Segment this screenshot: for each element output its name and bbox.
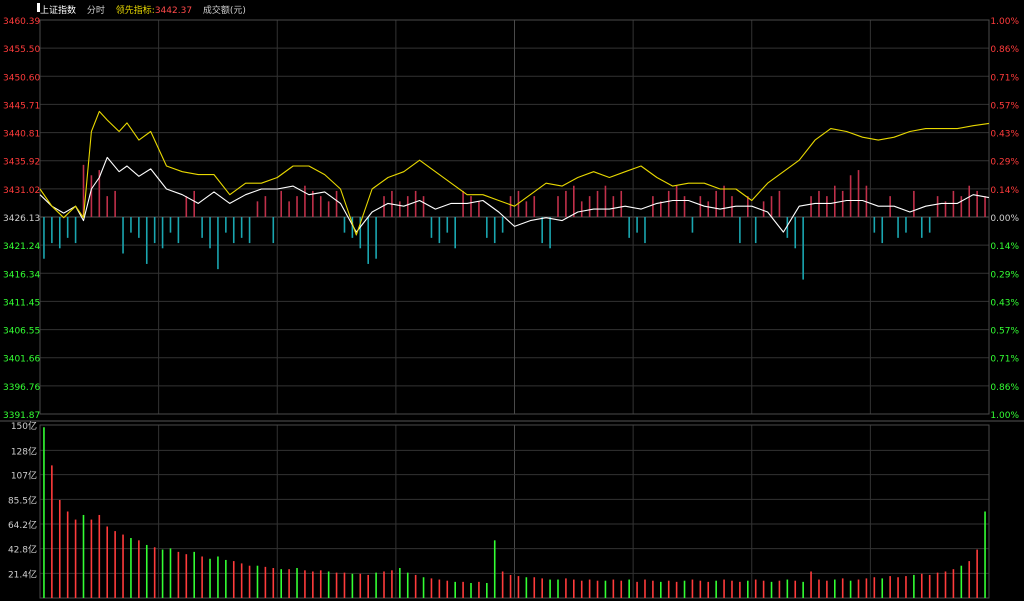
volume-tick-label: 107亿 xyxy=(11,470,37,482)
price-tick-label: 3426.13 xyxy=(3,214,40,224)
price-tick-label: 3416.34 xyxy=(3,270,40,280)
percent-tick-label: 0.43% xyxy=(990,130,1019,140)
volume-tick-label: 64.2亿 xyxy=(8,519,37,531)
price-tick-label: 3440.81 xyxy=(3,130,40,140)
price-tick-label: 3445.71 xyxy=(3,101,40,111)
price-tick-label: 3450.60 xyxy=(3,73,40,83)
price-axis: 3460.39 3455.50 3450.60 3445.71 3440.81 3435.… xyxy=(3,17,40,421)
price-tick-label: 3396.76 xyxy=(3,383,40,393)
price-tick-label: 3391.87 xyxy=(3,411,40,421)
price-tick-label: 3406.55 xyxy=(3,327,40,337)
price-tick-label: 3455.50 xyxy=(3,45,40,55)
volume-axis: 150亿 128亿 107亿 85.5亿 64.2亿 42.8亿 21.4亿 xyxy=(8,420,37,580)
volume-tick-label: 128亿 xyxy=(11,445,37,457)
price-tick-label: 3460.39 xyxy=(3,17,40,27)
percent-tick-label: 0.86% xyxy=(990,383,1019,393)
percent-tick-label: 0.71% xyxy=(990,73,1019,83)
price-tick-label: 3431.02 xyxy=(3,186,40,196)
price-tick-label: 3421.24 xyxy=(3,242,40,252)
percent-tick-label: 0.57% xyxy=(990,327,1019,337)
percent-tick-label: 1.00% xyxy=(990,17,1019,27)
grid xyxy=(0,19,1024,599)
percent-tick-label: 0.14% xyxy=(990,242,1019,252)
volume-tick-label: 42.8亿 xyxy=(8,544,37,556)
percent-tick-label: 0.00% xyxy=(990,214,1019,224)
percent-tick-label: 0.86% xyxy=(990,45,1019,55)
percent-tick-label: 0.71% xyxy=(990,355,1019,365)
volume-tick-label: 21.4亿 xyxy=(8,568,37,580)
percent-tick-label: 0.57% xyxy=(990,101,1019,111)
price-tick-label: 3411.45 xyxy=(3,298,40,308)
percent-axis: 1.00% 0.86% 0.71% 0.57% 0.43% 0.29% 0.14% 0.00%… xyxy=(990,17,1019,421)
percent-tick-label: 0.29% xyxy=(990,270,1019,280)
percent-tick-label: 0.29% xyxy=(990,158,1019,168)
price-tick-label: 3435.92 xyxy=(3,158,40,168)
price-tick-label: 3401.66 xyxy=(3,355,40,365)
percent-tick-label: 0.43% xyxy=(990,298,1019,308)
volume-tick-label: 150亿 xyxy=(11,420,37,432)
percent-tick-label: 1.00% xyxy=(990,411,1019,421)
percent-tick-label: 0.14% xyxy=(990,186,1019,196)
volume-tick-label: 85.5亿 xyxy=(8,494,37,506)
intraday-chart: 3460.39 3455.50 3450.60 3445.71 3440.81 3435.… xyxy=(0,17,1024,599)
